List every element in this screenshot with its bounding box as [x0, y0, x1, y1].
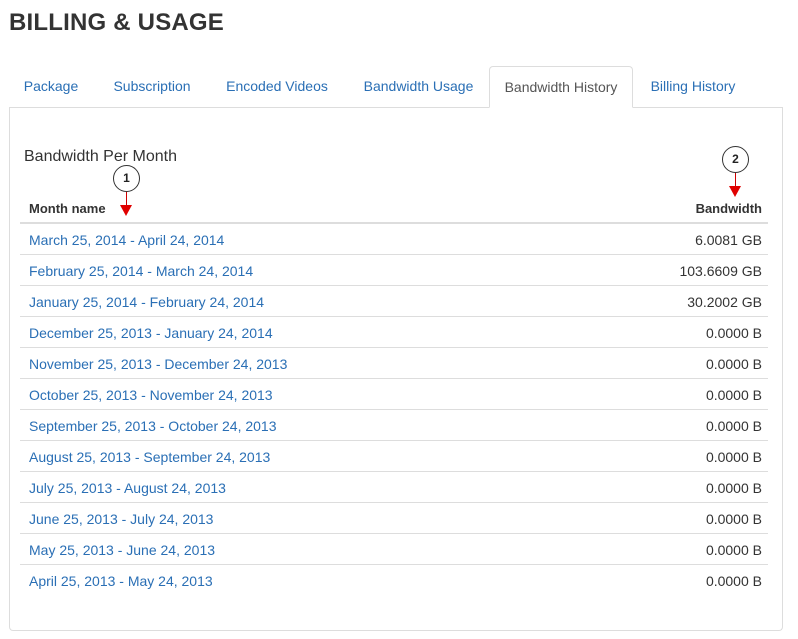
month-link[interactable]: June 25, 2013 - July 24, 2013 [29, 511, 213, 527]
month-link[interactable]: August 25, 2013 - September 24, 2013 [29, 449, 270, 465]
bandwidth-value: 0.0000 B [705, 387, 762, 403]
column-header-month: Month name [29, 201, 106, 216]
bandwidth-value: 0.0000 B [705, 325, 762, 341]
bandwidth-table: Month name Bandwidth March 25, 2014 - Ap… [20, 194, 768, 596]
month-link[interactable]: January 25, 2014 - February 24, 2014 [29, 294, 264, 310]
month-link[interactable]: February 25, 2014 - March 24, 2014 [29, 263, 253, 279]
table-row: July 25, 2013 - August 24, 2013 0.0000 B [20, 472, 768, 503]
tab-subscription[interactable]: Subscription [95, 66, 209, 107]
tab-bar: Package Subscription Encoded Videos Band… [9, 66, 783, 108]
tab-bandwidth-usage[interactable]: Bandwidth Usage [346, 66, 491, 107]
bandwidth-value: 6.0081 GB [695, 232, 762, 248]
page-title: BILLING & USAGE [9, 9, 225, 36]
month-link[interactable]: July 25, 2013 - August 24, 2013 [29, 480, 226, 496]
month-link[interactable]: April 25, 2013 - May 24, 2013 [29, 573, 213, 589]
tab-billing-history[interactable]: Billing History [635, 66, 751, 107]
bandwidth-value: 0.0000 B [705, 511, 762, 527]
bandwidth-value: 0.0000 B [705, 418, 762, 434]
table-header: Month name Bandwidth [20, 194, 768, 224]
arrow-down-icon [729, 186, 741, 197]
table-row: March 25, 2014 - April 24, 2014 6.0081 G… [20, 224, 768, 255]
month-link[interactable]: September 25, 2013 - October 24, 2013 [29, 418, 277, 434]
table-row: October 25, 2013 - November 24, 2013 0.0… [20, 379, 768, 410]
column-header-bandwidth: Bandwidth [695, 201, 762, 216]
table-row: August 25, 2013 - September 24, 2013 0.0… [20, 441, 768, 472]
tab-encoded-videos[interactable]: Encoded Videos [210, 66, 344, 107]
table-row: November 25, 2013 - December 24, 2013 0.… [20, 348, 768, 379]
month-link[interactable]: October 25, 2013 - November 24, 2013 [29, 387, 273, 403]
callout-line-1 [126, 192, 127, 206]
bandwidth-value: 0.0000 B [705, 449, 762, 465]
callout-marker-2: 2 [722, 146, 749, 173]
bandwidth-value: 0.0000 B [705, 356, 762, 372]
bandwidth-value: 103.6609 GB [679, 263, 762, 279]
bandwidth-value: 30.2002 GB [687, 294, 762, 310]
month-link[interactable]: March 25, 2014 - April 24, 2014 [29, 232, 224, 248]
callout-line-2 [735, 173, 736, 187]
tab-package[interactable]: Package [9, 66, 93, 107]
bandwidth-value: 0.0000 B [705, 542, 762, 558]
table-row: April 25, 2013 - May 24, 2013 0.0000 B [20, 565, 768, 596]
table-row: September 25, 2013 - October 24, 2013 0.… [20, 410, 768, 441]
table-row: May 25, 2013 - June 24, 2013 0.0000 B [20, 534, 768, 565]
month-link[interactable]: December 25, 2013 - January 24, 2014 [29, 325, 273, 341]
table-row: June 25, 2013 - July 24, 2013 0.0000 B [20, 503, 768, 534]
table-row: December 25, 2013 - January 24, 2014 0.0… [20, 317, 768, 348]
callout-marker-1: 1 [113, 165, 140, 192]
section-title: Bandwidth Per Month [24, 148, 177, 165]
tab-bandwidth-history[interactable]: Bandwidth History [489, 66, 633, 108]
bandwidth-value: 0.0000 B [705, 573, 762, 589]
month-link[interactable]: May 25, 2013 - June 24, 2013 [29, 542, 215, 558]
bandwidth-value: 0.0000 B [705, 480, 762, 496]
table-row: January 25, 2014 - February 24, 2014 30.… [20, 286, 768, 317]
arrow-down-icon [120, 205, 132, 216]
table-row: February 25, 2014 - March 24, 2014 103.6… [20, 255, 768, 286]
month-link[interactable]: November 25, 2013 - December 24, 2013 [29, 356, 287, 372]
